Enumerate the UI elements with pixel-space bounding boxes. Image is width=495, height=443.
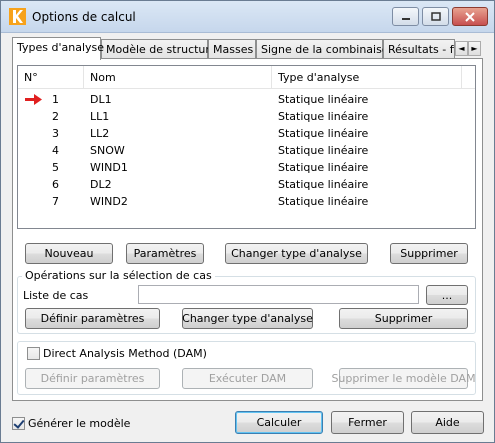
tab-label: Modèle de structure [106, 43, 217, 56]
change-analysis-type-button[interactable]: Changer type d'analyse [225, 243, 368, 264]
row-num: 2 [52, 110, 59, 123]
row-name: SNOW [90, 144, 125, 157]
column-label: Type d'analyse [278, 71, 360, 84]
case-list-input[interactable] [138, 285, 419, 304]
tab-masses[interactable]: Masses [208, 39, 256, 59]
tab-strip: Types d'analyse Modèle de structure Mass… [12, 37, 482, 60]
row-type: Statique linéaire [278, 195, 369, 208]
tab-types-analyse[interactable]: Types d'analyse [12, 37, 105, 60]
close-button[interactable] [452, 7, 488, 26]
dam-define-params-button[interactable]: Définir paramètres [25, 368, 160, 389]
title-bar[interactable]: Options de calcul [1, 1, 494, 33]
table-row[interactable]: 4 SNOW Statique linéaire [18, 142, 475, 159]
selection-change-type-button[interactable]: Changer type d'analyse [182, 308, 313, 329]
browse-cases-button[interactable]: ... [426, 285, 468, 305]
generate-model-checkbox[interactable] [12, 417, 25, 430]
dam-checkbox[interactable] [27, 347, 40, 360]
tab-scroll-right-button[interactable]: ► [468, 41, 481, 56]
list-header: N° Nom Type d'analyse [18, 66, 475, 89]
close-icon [465, 11, 475, 22]
selection-delete-button[interactable]: Supprimer [339, 308, 468, 329]
chevron-left-icon: ◄ [458, 44, 465, 53]
maximize-icon [430, 12, 441, 21]
row-num: 3 [52, 127, 59, 140]
column-label: N° [24, 71, 38, 84]
row-name: WIND2 [90, 195, 128, 208]
tab-label: Signe de la combinaison [261, 43, 396, 56]
row-name: DL2 [90, 178, 112, 191]
selection-ops-title: Opérations sur la sélection de cas [22, 269, 215, 282]
case-list-label: Liste de cas [23, 289, 89, 302]
row-name: WIND1 [90, 161, 128, 174]
row-type: Statique linéaire [278, 161, 369, 174]
generate-model-label: Générer le modèle [28, 417, 131, 430]
row-num: 5 [52, 161, 59, 174]
row-type: Statique linéaire [278, 178, 369, 191]
table-row[interactable]: 2 LL1 Statique linéaire [18, 108, 475, 125]
new-button[interactable]: Nouveau [25, 243, 113, 264]
row-num: 1 [52, 93, 59, 106]
compute-button[interactable]: Calculer [235, 411, 323, 434]
row-num: 6 [52, 178, 59, 191]
row-type: Statique linéaire [278, 127, 369, 140]
tab-resultats[interactable]: Résultats - fil [383, 39, 455, 59]
column-label: Nom [90, 71, 116, 84]
parameters-button[interactable]: Paramètres [126, 243, 204, 264]
current-case-arrow-icon [25, 94, 42, 105]
define-params-button[interactable]: Définir paramètres [25, 308, 160, 329]
tab-modele-structure[interactable]: Modèle de structure [101, 39, 216, 59]
tab-scroll-left-button[interactable]: ◄ [455, 41, 468, 56]
minimize-button[interactable] [392, 7, 419, 26]
table-row[interactable]: 7 WIND2 Statique linéaire [18, 193, 475, 210]
row-num: 4 [52, 144, 59, 157]
help-button[interactable]: Aide [411, 411, 484, 434]
dam-delete-model-button[interactable]: Supprimer le modèle DAM [331, 368, 476, 389]
dam-checkbox-label: Direct Analysis Method (DAM) [43, 347, 207, 360]
delete-button[interactable]: Supprimer [390, 243, 468, 264]
column-header-name[interactable]: Nom [84, 66, 272, 88]
tab-label: Masses [213, 43, 254, 56]
dam-run-button[interactable]: Exécuter DAM [182, 368, 313, 389]
column-header-num[interactable]: N° [18, 66, 84, 88]
table-row[interactable]: 6 DL2 Statique linéaire [18, 176, 475, 193]
table-row[interactable]: 1 DL1 Statique linéaire [18, 91, 475, 108]
minimize-icon [401, 17, 410, 20]
row-name: LL1 [90, 110, 110, 123]
column-header-type[interactable]: Type d'analyse [272, 66, 462, 88]
chevron-right-icon: ► [471, 44, 478, 53]
row-type: Statique linéaire [278, 144, 369, 157]
maximize-button[interactable] [422, 7, 449, 26]
analysis-list[interactable]: N° Nom Type d'analyse 1 DL1 Statique lin… [17, 65, 476, 229]
table-row[interactable]: 3 LL2 Statique linéaire [18, 125, 475, 142]
tab-signe-combinaison[interactable]: Signe de la combinaison [256, 39, 396, 59]
row-name: LL2 [90, 127, 110, 140]
tab-label: Types d'analyse [17, 41, 105, 54]
tab-label: Résultats - fil [388, 43, 455, 56]
row-name: DL1 [90, 93, 112, 106]
app-logo-icon [9, 8, 26, 25]
close-dialog-button[interactable]: Fermer [331, 411, 404, 434]
row-type: Statique linéaire [278, 93, 369, 106]
window-title: Options de calcul [32, 10, 136, 24]
options-dialog: Options de calcul Types d'analyse Modèle… [0, 0, 495, 443]
row-type: Statique linéaire [278, 110, 369, 123]
table-row[interactable]: 5 WIND1 Statique linéaire [18, 159, 475, 176]
row-num: 7 [52, 195, 59, 208]
